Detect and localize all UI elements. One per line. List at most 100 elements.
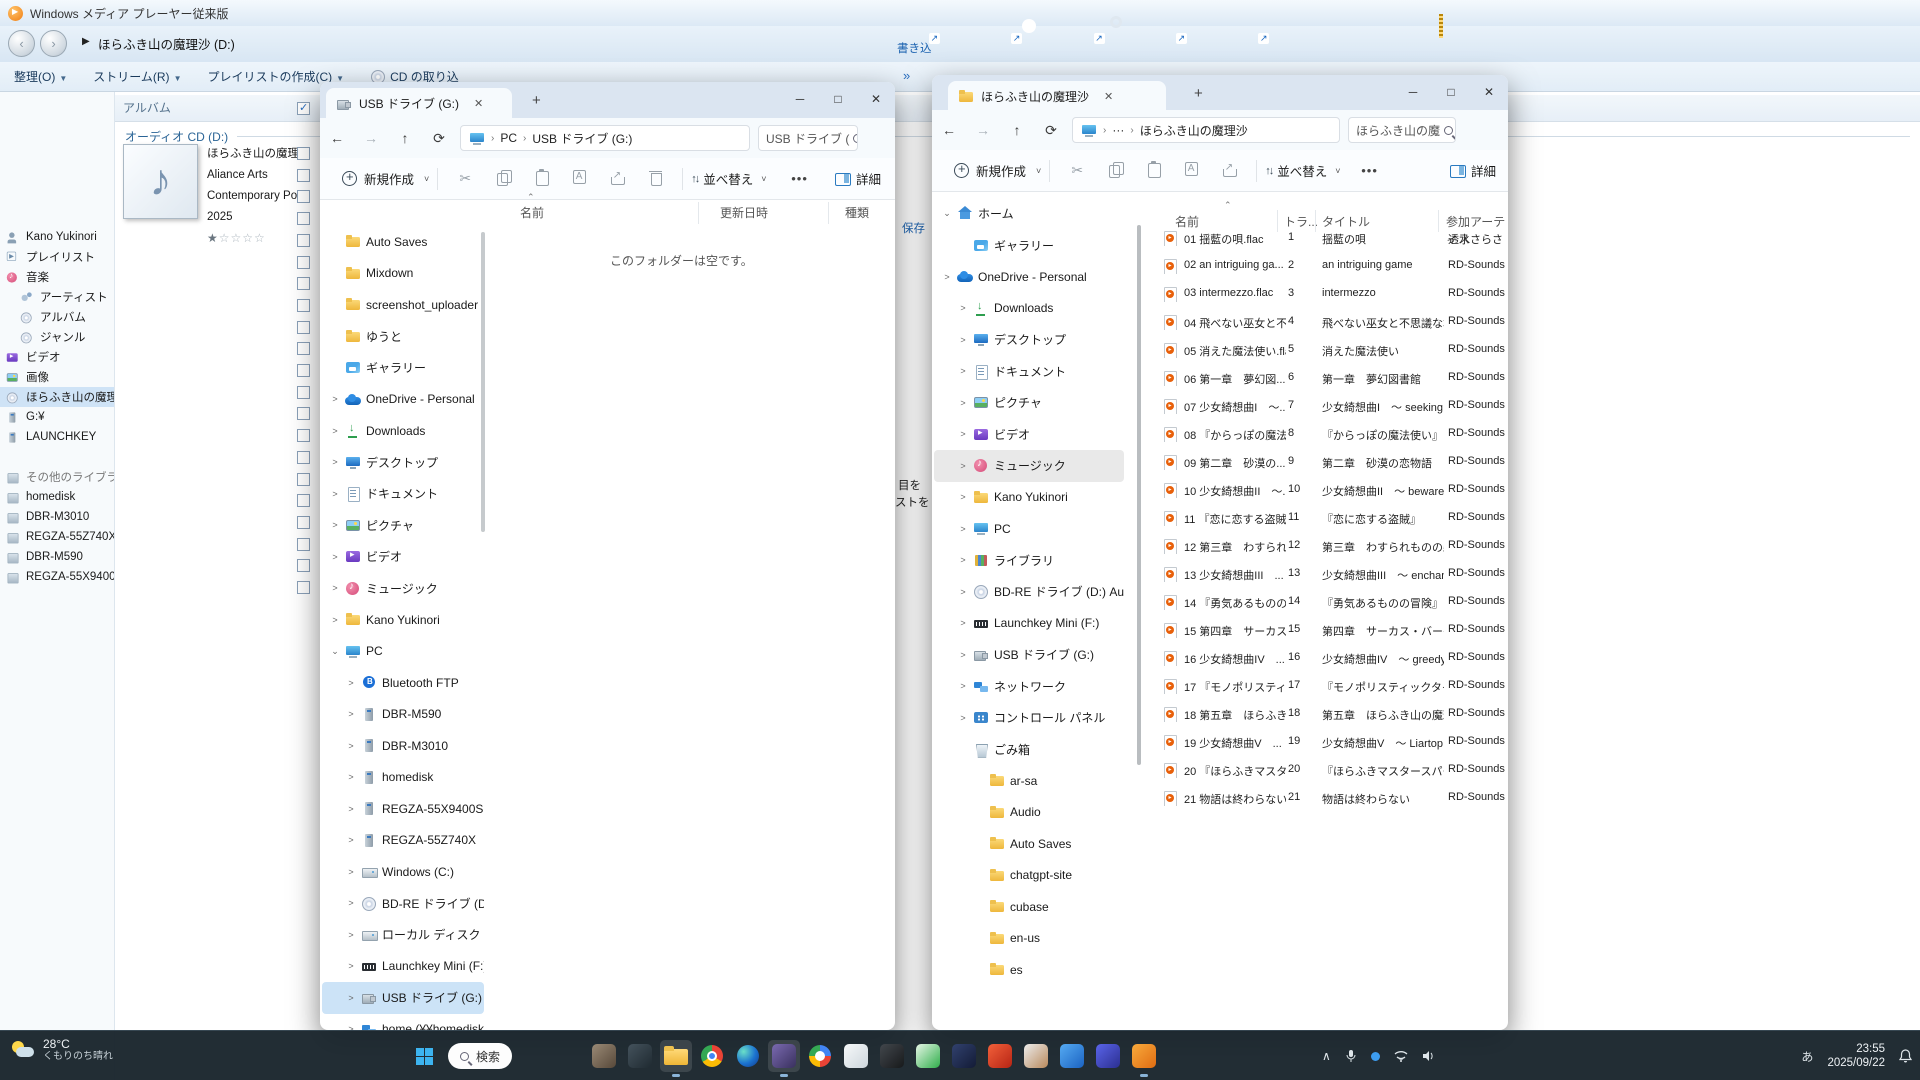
new-tab-button[interactable]: + <box>532 92 541 109</box>
minimize-button[interactable]: ─ <box>1394 75 1432 111</box>
chevron-right-icon[interactable]: > <box>330 394 340 404</box>
breadcrumb-ellipsis[interactable]: ··· <box>1112 123 1124 137</box>
sort-button[interactable]: ↑↓並べ替え˅ <box>1265 161 1340 180</box>
album-rating[interactable]: ★☆☆☆☆ <box>207 228 311 249</box>
tree-item[interactable]: >home (¥¥homedisk) (N <box>322 1014 484 1031</box>
tree-item[interactable]: >ピクチャ <box>322 510 484 542</box>
back-button[interactable]: ← <box>320 130 354 146</box>
chevron-right-icon[interactable]: > <box>958 587 968 597</box>
tab-usb-drive[interactable]: USB ドライブ (G:) ✕ <box>326 88 512 118</box>
menu-organize[interactable]: 整理(O)▼ <box>14 68 67 85</box>
wmp-forward-button[interactable]: › <box>40 30 67 57</box>
search-input[interactable]: USB ドライブ ( <box>758 125 858 151</box>
chevron-right-icon[interactable]: > <box>958 429 968 439</box>
file-row[interactable]: 20 『ほらふきマスタース...20『ほらふきマスタースパーク』RD-Sound… <box>1140 757 1508 785</box>
address-bar[interactable]: › PC › USB ドライブ (G:) <box>460 125 750 151</box>
select-all-checkbox[interactable] <box>297 102 310 115</box>
file-row[interactable]: 15 第四章 サーカス・...15第四章 サーカス・バーゲンRD-Sounds <box>1140 617 1508 645</box>
taskbar-file-explorer[interactable] <box>660 1040 692 1072</box>
start-button[interactable] <box>408 1040 440 1072</box>
taskbar-google-app[interactable] <box>804 1040 836 1072</box>
chevron-right-icon[interactable]: > <box>346 835 356 845</box>
forward-button[interactable]: → <box>354 130 388 146</box>
delete-button[interactable] <box>636 170 674 188</box>
tree-item[interactable]: ⌄ホーム <box>934 198 1124 230</box>
tree-item[interactable]: >DBR-M590 <box>322 699 484 731</box>
tab-close-icon[interactable]: ✕ <box>1104 90 1113 103</box>
tree-item[interactable]: >Windows (C:) <box>322 856 484 888</box>
track-checkbox[interactable] <box>297 429 310 442</box>
chevron-right-icon[interactable]: > <box>346 804 356 814</box>
microphone-icon[interactable] <box>1345 1049 1357 1063</box>
tree-item[interactable]: ⌄PC <box>322 636 484 668</box>
track-checkbox[interactable] <box>297 321 310 334</box>
chevron-right-icon[interactable]: > <box>330 489 340 499</box>
tab-close-icon[interactable]: ✕ <box>474 97 483 110</box>
taskbar-indigo-app[interactable] <box>1092 1040 1124 1072</box>
tree-item[interactable]: >PC <box>934 513 1124 545</box>
tree-item[interactable]: >Downloads <box>934 293 1124 325</box>
chevron-right-icon[interactable]: > <box>330 457 340 467</box>
chevron-right-icon[interactable]: > <box>346 741 356 751</box>
tree-item[interactable]: en-us <box>934 923 1124 955</box>
rename-button[interactable] <box>1172 162 1210 180</box>
track-checkbox[interactable] <box>297 581 310 594</box>
tree-item[interactable]: ごみ箱 <box>934 734 1124 766</box>
file-row[interactable]: 13 少女綺想曲III ...13少女綺想曲III ～ enchan...RD-… <box>1140 561 1508 589</box>
tree-item[interactable]: Auto Saves <box>322 226 484 258</box>
breadcrumb-folder[interactable]: ほらふき山の魔理沙 <box>1140 122 1248 139</box>
chevron-right-icon[interactable]: > <box>346 961 356 971</box>
tree-item[interactable]: Mixdown <box>322 258 484 290</box>
chevron-right-icon[interactable]: > <box>958 303 968 313</box>
tree-item[interactable]: >OneDrive - Personal <box>934 261 1124 293</box>
file-row[interactable]: 04 飛べない巫女と不...4飛べない巫女と不思議な本RD-Sounds <box>1140 309 1508 337</box>
chevron-right-icon[interactable]: > <box>958 335 968 345</box>
tree-item[interactable]: >Launchkey Mini (F:) <box>322 951 484 983</box>
file-row[interactable]: 14 『勇気あるものの冒...14『勇気あるものの冒険』RD-Sounds <box>1140 589 1508 617</box>
tree-item[interactable]: ar-sa <box>934 765 1124 797</box>
taskbar-green-app[interactable] <box>912 1040 944 1072</box>
chevron-right-icon[interactable]: > <box>958 618 968 628</box>
track-checkbox[interactable] <box>297 169 310 182</box>
taskbar-terminal-app[interactable] <box>876 1040 908 1072</box>
tree-item[interactable]: >Kano Yukinori <box>322 604 484 636</box>
tree-item[interactable]: >ライブラリ <box>934 545 1124 577</box>
tree-item[interactable]: >Launchkey Mini (F:) <box>934 608 1124 640</box>
wmp-sidebar-item[interactable]: アーティスト <box>0 287 114 307</box>
taskbar-red-app[interactable] <box>984 1040 1016 1072</box>
taskbar-navy-app[interactable] <box>948 1040 980 1072</box>
bluetooth-status-icon[interactable] <box>1371 1052 1380 1061</box>
column-name[interactable]: 名前 <box>520 204 544 221</box>
rename-button[interactable] <box>560 170 598 188</box>
taskbar-search[interactable]: 検索 <box>448 1043 512 1069</box>
tree-item[interactable]: >Kano Yukinori <box>934 482 1124 514</box>
file-row[interactable]: 16 少女綺想曲IV ...16少女綺想曲IV ～ greedy ...RD-S… <box>1140 645 1508 673</box>
tree-item[interactable]: >ミュージック <box>934 450 1124 482</box>
tree-item[interactable]: >デスクトップ <box>934 324 1124 356</box>
paste-button[interactable] <box>522 170 560 188</box>
tree-item[interactable]: >ピクチャ <box>934 387 1124 419</box>
taskbar-task-view-app[interactable] <box>624 1040 656 1072</box>
maximize-button[interactable]: □ <box>1432 75 1470 111</box>
chevron-right-icon[interactable]: > <box>346 898 356 908</box>
track-checkbox[interactable] <box>297 190 310 203</box>
chevron-right-icon[interactable]: > <box>346 867 356 877</box>
close-button[interactable]: ✕ <box>1470 75 1508 111</box>
tree-item[interactable]: >Bluetooth FTP <box>322 667 484 699</box>
wmp-sidebar-item[interactable]: 音楽 <box>0 267 114 287</box>
taskbar-edge[interactable] <box>732 1040 764 1072</box>
tree-item[interactable]: >コントロール パネル <box>934 702 1124 734</box>
tree-item[interactable]: >BD-RE ドライブ (D:) Audio ( <box>934 576 1124 608</box>
more-options-button[interactable]: ••• <box>781 171 819 186</box>
tree-item[interactable]: >DBR-M3010 <box>322 730 484 762</box>
up-button[interactable]: ↑ <box>388 130 422 146</box>
track-checkbox[interactable] <box>297 407 310 420</box>
wmp-sidebar-item[interactable]: REGZA-55X9400S <box>0 567 114 587</box>
refresh-button[interactable]: ⟳ <box>422 130 456 147</box>
file-row[interactable]: 07 少女綺想曲I ～...7少女綺想曲I ～ seeking l...RD-S… <box>1140 393 1508 421</box>
chevron-down-icon[interactable]: ⌄ <box>330 646 340 657</box>
tree-item[interactable]: cubase <box>934 891 1124 923</box>
new-button[interactable]: 新規作成˅ <box>954 161 1041 180</box>
chevron-right-icon[interactable]: > <box>958 492 968 502</box>
track-checkbox[interactable] <box>297 538 310 551</box>
